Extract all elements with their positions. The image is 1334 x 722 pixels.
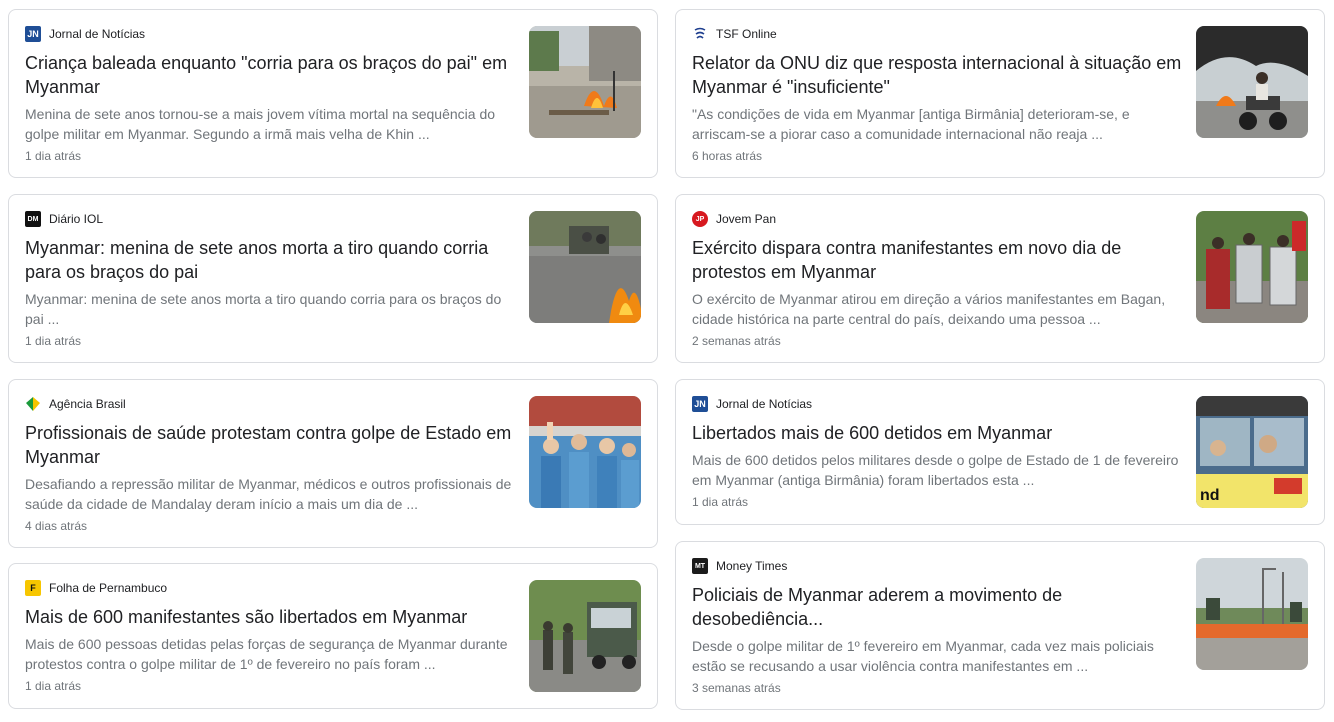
news-timestamp: 4 dias atrás <box>25 519 88 533</box>
news-headline[interactable]: Myanmar: menina de sete anos morta a tir… <box>25 236 515 284</box>
news-source: JN Jornal de Notícias <box>25 26 515 42</box>
soldiers-truck-photo-icon <box>529 580 641 692</box>
source-name: Money Times <box>716 559 788 573</box>
news-card-body: F Folha de Pernambuco Mais de 600 manife… <box>25 580 515 694</box>
source-name: Jovem Pan <box>716 212 777 226</box>
news-card[interactable]: JP Jovem Pan Exército dispara contra man… <box>675 194 1325 363</box>
news-card[interactable]: JN Jornal de Notícias Libertados mais de… <box>675 379 1325 525</box>
motorbike-smoke-photo-icon <box>1196 26 1308 138</box>
news-headline[interactable]: Relator da ONU diz que resposta internac… <box>692 51 1182 99</box>
news-thumbnail[interactable] <box>529 211 641 323</box>
news-timestamp: 6 horas atrás <box>692 149 763 163</box>
news-timestamp: 1 dia atrás <box>25 149 82 163</box>
news-card-body: JP Jovem Pan Exército dispara contra man… <box>692 211 1182 349</box>
news-source: F Folha de Pernambuco <box>25 580 515 596</box>
news-card[interactable]: DM Diário IOL Myanmar: menina de sete an… <box>8 194 658 363</box>
news-snippet: Desafiando a repressão militar de Myanma… <box>25 476 512 512</box>
news-snippet: O exército de Myanmar atirou em direção … <box>692 291 1166 327</box>
news-headline[interactable]: Profissionais de saúde protestam contra … <box>25 421 515 469</box>
source-name: Agência Brasil <box>49 397 126 411</box>
news-headline[interactable]: Exército dispara contra manifestantes em… <box>692 236 1182 284</box>
news-card[interactable]: JN Jornal de Notícias Criança baleada en… <box>8 9 658 178</box>
tsf-logo-icon <box>692 26 708 42</box>
source-name: Jornal de Notícias <box>49 27 146 41</box>
news-thumbnail[interactable] <box>529 26 641 138</box>
news-source: JP Jovem Pan <box>692 211 1182 227</box>
news-snippet: Menina de sete anos tornou-se a mais jov… <box>25 106 496 142</box>
agencia-brasil-logo-icon <box>25 396 41 412</box>
news-source: DM Diário IOL <box>25 211 515 227</box>
news-card-body: Agência Brasil Profissionais de saúde pr… <box>25 396 515 534</box>
news-card-body: DM Diário IOL Myanmar: menina de sete an… <box>25 211 515 349</box>
source-name: Folha de Pernambuco <box>49 581 168 595</box>
protesters-shields-photo-icon <box>1196 211 1308 323</box>
road-barricade-photo-icon <box>1196 558 1308 670</box>
news-snippet: Desde o golpe militar de 1º fevereiro em… <box>692 638 1154 674</box>
news-source: MT Money Times <box>692 558 1182 574</box>
news-timestamp: 3 semanas atrás <box>692 681 781 695</box>
news-snippet: Mais de 600 pessoas detidas pelas forças… <box>25 636 508 672</box>
bus-window-photo-icon: nd <box>1196 396 1308 508</box>
news-card-body: JN Jornal de Notícias Libertados mais de… <box>692 396 1182 510</box>
money-times-logo-icon: MT <box>692 558 708 574</box>
news-thumbnail[interactable] <box>529 396 641 508</box>
news-card[interactable]: Agência Brasil Profissionais de saúde pr… <box>8 379 658 548</box>
news-snippet: "As condições de vida em Myanmar [antiga… <box>692 106 1130 142</box>
news-snippet: Mais de 600 detidos pelos militares desd… <box>692 452 1179 488</box>
news-source: Agência Brasil <box>25 396 515 412</box>
folha-pernambuco-logo-icon: F <box>25 580 41 596</box>
news-card-body: TSF Online Relator da ONU diz que respos… <box>692 26 1182 164</box>
news-snippet: Myanmar: menina de sete anos morta a tir… <box>25 291 502 327</box>
news-headline[interactable]: Mais de 600 manifestantes são libertados… <box>25 605 515 629</box>
news-timestamp: 2 semanas atrás <box>692 334 781 348</box>
news-card[interactable]: MT Money Times Policiais de Myanmar ader… <box>675 541 1325 710</box>
news-thumbnail[interactable] <box>1196 558 1308 670</box>
news-thumbnail[interactable] <box>1196 26 1308 138</box>
news-headline[interactable]: Policiais de Myanmar aderem a movimento … <box>692 583 1182 631</box>
jn-logo-icon: JN <box>25 26 41 42</box>
news-timestamp: 1 dia atrás <box>25 679 82 693</box>
news-card[interactable]: TSF Online Relator da ONU diz que respos… <box>675 9 1325 178</box>
source-name: TSF Online <box>716 27 777 41</box>
jovem-pan-logo-icon: JP <box>692 211 708 227</box>
news-source: JN Jornal de Notícias <box>692 396 1182 412</box>
news-card-body: JN Jornal de Notícias Criança baleada en… <box>25 26 515 164</box>
news-timestamp: 1 dia atrás <box>692 495 749 509</box>
tsf-mark-icon <box>694 27 706 39</box>
agencia-brasil-mark-icon <box>26 397 40 411</box>
source-name: Diário IOL <box>49 212 104 226</box>
health-workers-protest-photo-icon <box>529 396 641 508</box>
news-timestamp: 1 dia atrás <box>25 334 82 348</box>
news-headline[interactable]: Libertados mais de 600 detidos em Myanma… <box>692 421 1182 445</box>
news-thumbnail[interactable] <box>529 580 641 692</box>
news-source: TSF Online <box>692 26 1182 42</box>
jn-logo-icon: JN <box>692 396 708 412</box>
news-thumbnail[interactable]: nd <box>1196 396 1308 508</box>
news-card-body: MT Money Times Policiais de Myanmar ader… <box>692 558 1182 696</box>
street-fire-photo-icon <box>529 26 641 138</box>
svg-text:nd: nd <box>1200 487 1220 504</box>
news-card[interactable]: F Folha de Pernambuco Mais de 600 manife… <box>8 563 658 709</box>
diario-iol-logo-icon: DM <box>25 211 41 227</box>
news-headline[interactable]: Criança baleada enquanto "corria para os… <box>25 51 515 99</box>
news-thumbnail[interactable] <box>1196 211 1308 323</box>
street-burning-tire-photo-icon <box>529 211 641 323</box>
source-name: Jornal de Notícias <box>716 397 813 411</box>
